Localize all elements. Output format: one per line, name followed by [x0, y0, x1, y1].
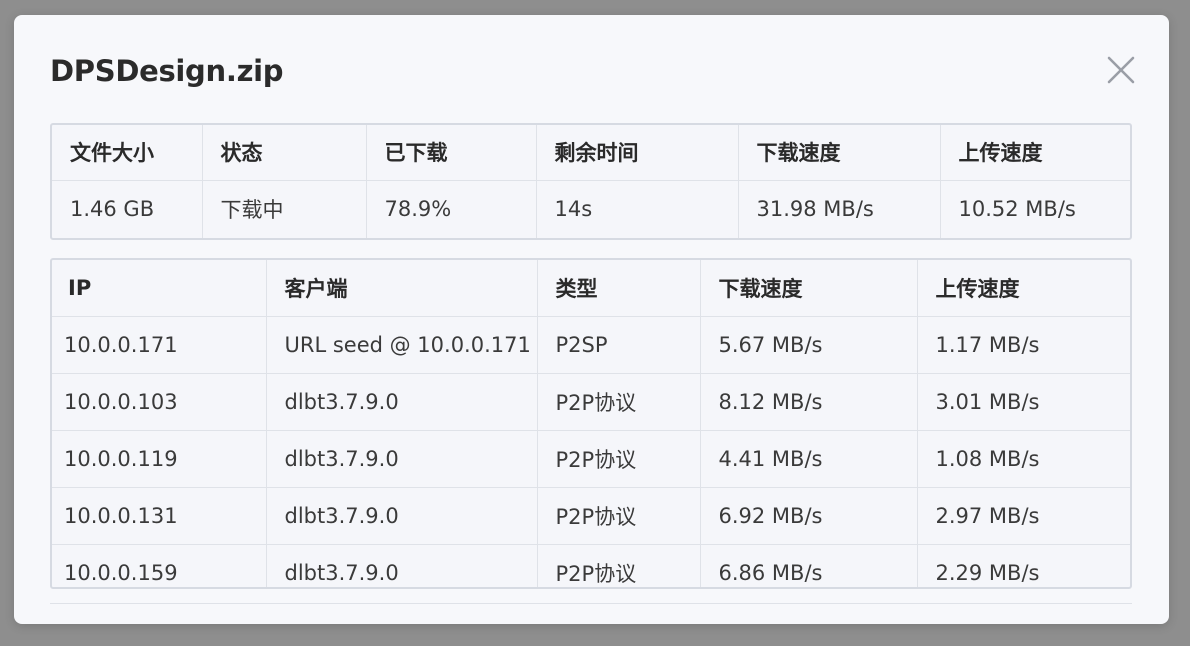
header-peer-download-speed: 下载速度 — [700, 260, 918, 317]
peer-download-speed: 6.86 MB/s — [700, 544, 918, 587]
peer-download-speed: 8.12 MB/s — [700, 373, 918, 431]
header-ip: IP — [52, 260, 267, 317]
downloaded-value: 78.9% — [366, 180, 537, 238]
peers-table: IP 客户端 类型 下载速度 上传速度 10.0.0.171 URL seed … — [52, 260, 1130, 587]
upload-speed-value: 10.52 MB/s — [958, 197, 1076, 222]
peers-table-container[interactable]: IP 客户端 类型 下载速度 上传速度 10.0.0.171 URL seed … — [50, 258, 1132, 589]
table-row: 10.0.0.171 URL seed @ 10.0.0.171 P2SP 5.… — [52, 316, 1130, 374]
status-value: 下载中 — [202, 180, 367, 238]
summary-header-row: 文件大小 状态 已下载 剩余时间 下载速度 上传速度 — [52, 125, 1130, 181]
peer-ip: 10.0.0.171 — [52, 316, 267, 374]
peer-ip: 10.0.0.159 — [52, 544, 267, 587]
header-status: 状态 — [202, 125, 367, 181]
peer-download-speed: 6.92 MB/s — [700, 487, 918, 545]
header-remaining-time: 剩余时间 — [536, 125, 739, 181]
peer-ip: 10.0.0.131 — [52, 487, 267, 545]
peer-ip: 10.0.0.103 — [52, 373, 267, 431]
peer-client: dlbt3.7.9.0 — [266, 430, 538, 488]
table-row: 10.0.0.131 dlbt3.7.9.0 P2P协议 6.92 MB/s 2… — [52, 487, 1130, 545]
summary-table-container: 文件大小 状态 已下载 剩余时间 下载速度 上传速度 1.46 GB 下载中 7… — [50, 123, 1132, 240]
peer-client: dlbt3.7.9.0 — [266, 487, 538, 545]
table-row: 10.0.0.119 dlbt3.7.9.0 P2P协议 4.41 MB/s 1… — [52, 430, 1130, 488]
peer-type: P2P协议 — [537, 430, 701, 488]
peer-client: URL seed @ 10.0.0.171 — [266, 316, 538, 374]
header-file-size: 文件大小 — [52, 125, 203, 181]
header-downloaded: 已下载 — [366, 125, 537, 181]
remaining-time-value: 14s — [536, 180, 739, 238]
peer-upload-speed: 3.01 MB/s — [917, 373, 1130, 431]
close-button[interactable] — [1104, 53, 1138, 87]
peer-upload-speed: 2.97 MB/s — [917, 487, 1130, 545]
header-upload-speed: 上传速度 — [940, 125, 1130, 181]
peer-type: P2P协议 — [537, 544, 701, 587]
table-row: 10.0.0.159 dlbt3.7.9.0 P2P协议 6.86 MB/s 2… — [52, 544, 1130, 587]
peer-type: P2P协议 — [537, 487, 701, 545]
summary-value-row: 1.46 GB 下载中 78.9% 14s 31.98 MB/s 10.52 M… — [52, 180, 1130, 238]
summary-table: 文件大小 状态 已下载 剩余时间 下载速度 上传速度 1.46 GB 下载中 7… — [52, 125, 1130, 238]
peer-client: dlbt3.7.9.0 — [266, 373, 538, 431]
download-speed-value: 31.98 MB/s — [738, 180, 941, 238]
peer-upload-speed: 1.17 MB/s — [917, 316, 1130, 374]
peer-upload-speed: 1.08 MB/s — [917, 430, 1130, 488]
peer-upload-speed: 2.29 MB/s — [917, 544, 1130, 587]
header-peer-upload-speed: 上传速度 — [917, 260, 1130, 317]
peer-client: dlbt3.7.9.0 — [266, 544, 538, 587]
header-download-speed: 下载速度 — [738, 125, 941, 181]
header-client: 客户端 — [266, 260, 538, 317]
peer-type: P2SP — [537, 316, 701, 374]
download-details-dialog: DPSDesign.zip 文件大小 状态 已下载 剩余时间 下载速度 上传速度 — [14, 15, 1169, 624]
peers-header-row: IP 客户端 类型 下载速度 上传速度 — [52, 260, 1130, 317]
peer-download-speed: 5.67 MB/s — [700, 316, 918, 374]
close-icon — [1107, 56, 1135, 84]
file-size-value: 1.46 GB — [52, 180, 203, 238]
table-row: 10.0.0.103 dlbt3.7.9.0 P2P协议 8.12 MB/s 3… — [52, 373, 1130, 431]
peer-type: P2P协议 — [537, 373, 701, 431]
peer-download-speed: 4.41 MB/s — [700, 430, 918, 488]
peer-ip: 10.0.0.119 — [52, 430, 267, 488]
header-type: 类型 — [537, 260, 701, 317]
footer-divider — [50, 603, 1132, 604]
dialog-title: DPSDesign.zip — [50, 54, 284, 88]
